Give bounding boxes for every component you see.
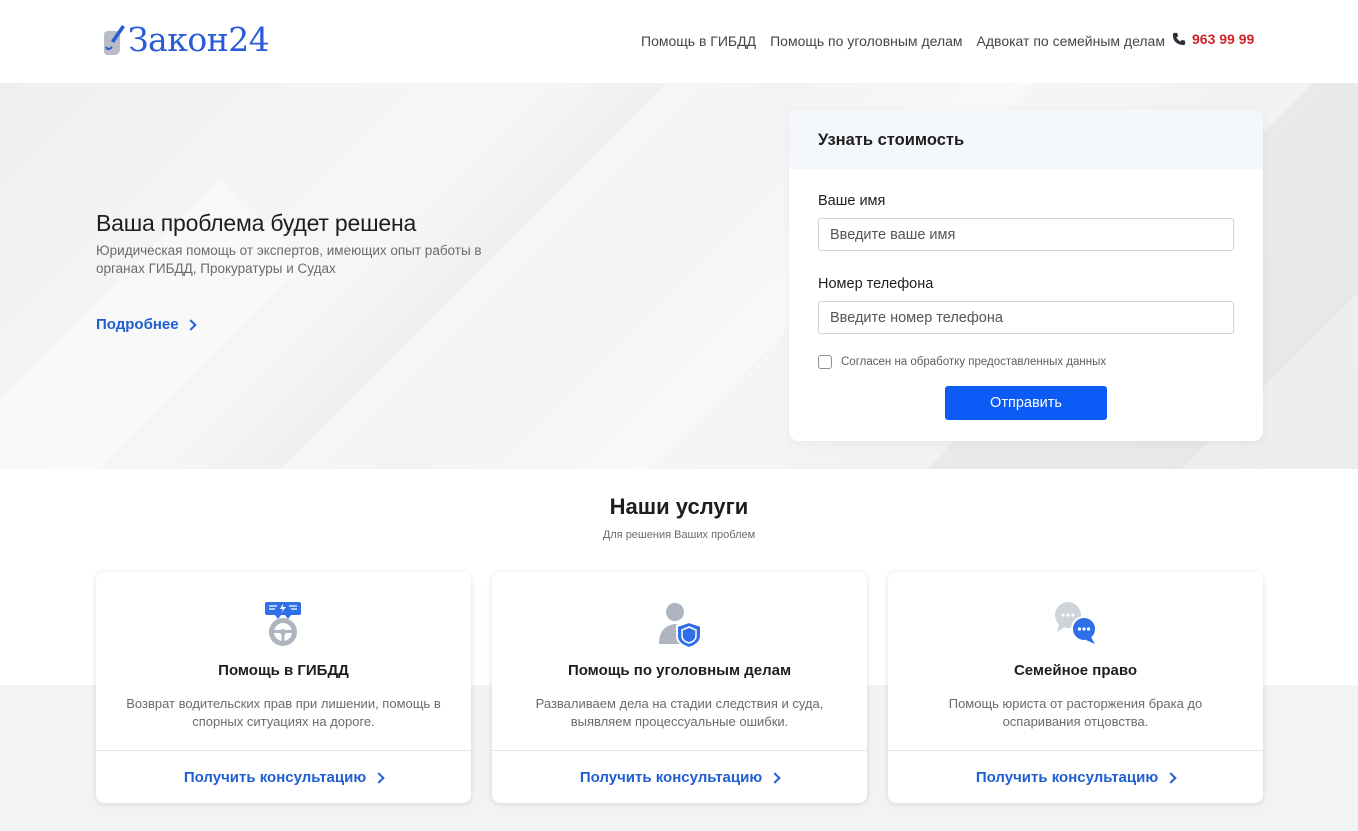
card-title: Помощь в ГИБДД <box>218 662 349 679</box>
logo-icon <box>104 25 125 55</box>
services-subtitle: Для решения Ваших проблем <box>602 529 756 541</box>
chevron-right-icon <box>769 771 781 784</box>
service-card-family: Семейное право Помощь юриста от расторже… <box>888 572 1263 803</box>
card-description: Возврат водительских прав при лишении, п… <box>126 696 441 729</box>
nav-item-gibdd[interactable]: Помощь в ГИБДД <box>641 33 756 49</box>
chevron-right-icon <box>1165 771 1177 784</box>
phone-link[interactable]: 963 99 99 <box>1172 31 1254 47</box>
consent-row: Согласен на обработку предоставленных да… <box>818 355 1106 369</box>
logo-text: Закон24 <box>128 20 270 59</box>
consultation-link-label: Получить консультацию <box>579 769 763 786</box>
services-title: Наши услуги <box>609 494 749 519</box>
phone-label: Номер телефона <box>818 276 934 292</box>
consultation-link[interactable]: Получить консультацию <box>492 769 867 786</box>
consultation-link[interactable]: Получить консультацию <box>888 769 1263 786</box>
consultation-link[interactable]: Получить консультацию <box>96 769 471 786</box>
phone-input[interactable] <box>818 301 1234 334</box>
card-title: Семейное право <box>1013 662 1138 679</box>
chevron-right-icon <box>184 318 197 331</box>
card-title: Помощь по уголовным делам <box>567 662 792 679</box>
consent-checkbox[interactable] <box>818 355 832 369</box>
more-link-label: Подробнее <box>96 316 179 333</box>
submit-button[interactable]: Отправить <box>945 386 1107 420</box>
price-form: Узнать стоимость Ваше имя Номер телефона… <box>789 110 1263 441</box>
nav-item-criminal[interactable]: Помощь по уголовным делам <box>770 33 962 49</box>
name-label: Ваше имя <box>818 193 886 209</box>
steering-wheel-icon <box>264 602 301 646</box>
chevron-right-icon <box>373 771 385 784</box>
service-card-gibdd: Помощь в ГИБДД Возврат водительских прав… <box>96 572 471 803</box>
divider <box>492 750 867 751</box>
more-link[interactable]: Подробнее <box>96 316 197 333</box>
card-description: Помощь юриста от расторжения брака до ос… <box>948 696 1203 729</box>
divider <box>96 750 471 751</box>
card-description: Разваливаем дела на стадии следствия и с… <box>535 696 824 729</box>
nav-item-family[interactable]: Адвокат по семейным делам <box>977 33 1165 49</box>
phone-number: 963 99 99 <box>1192 31 1255 47</box>
hero-subtitle: Юридическая помощь от экспертов, имеющих… <box>96 243 482 276</box>
consultation-link-label: Получить консультацию <box>975 769 1159 786</box>
main-nav: Помощь в ГИБДД Помощь по уголовным делам… <box>641 33 1165 49</box>
hero-title: Ваша проблема будет решена <box>96 210 417 236</box>
logo[interactable]: Закон24 <box>98 20 270 60</box>
form-title: Узнать стоимость <box>789 110 1263 169</box>
chat-bubbles-icon <box>1054 602 1097 644</box>
name-input[interactable] <box>818 218 1234 251</box>
site-header: Закон24 Помощь в ГИБДД Помощь по уголовн… <box>0 0 1358 83</box>
consent-label: Согласен на обработку предоставленных да… <box>841 356 1107 368</box>
phone-icon <box>1172 32 1186 46</box>
person-shield-icon <box>658 603 702 650</box>
consultation-link-label: Получить консультацию <box>183 769 367 786</box>
divider <box>888 750 1263 751</box>
service-card-criminal: Помощь по уголовным делам Разваливаем де… <box>492 572 867 803</box>
